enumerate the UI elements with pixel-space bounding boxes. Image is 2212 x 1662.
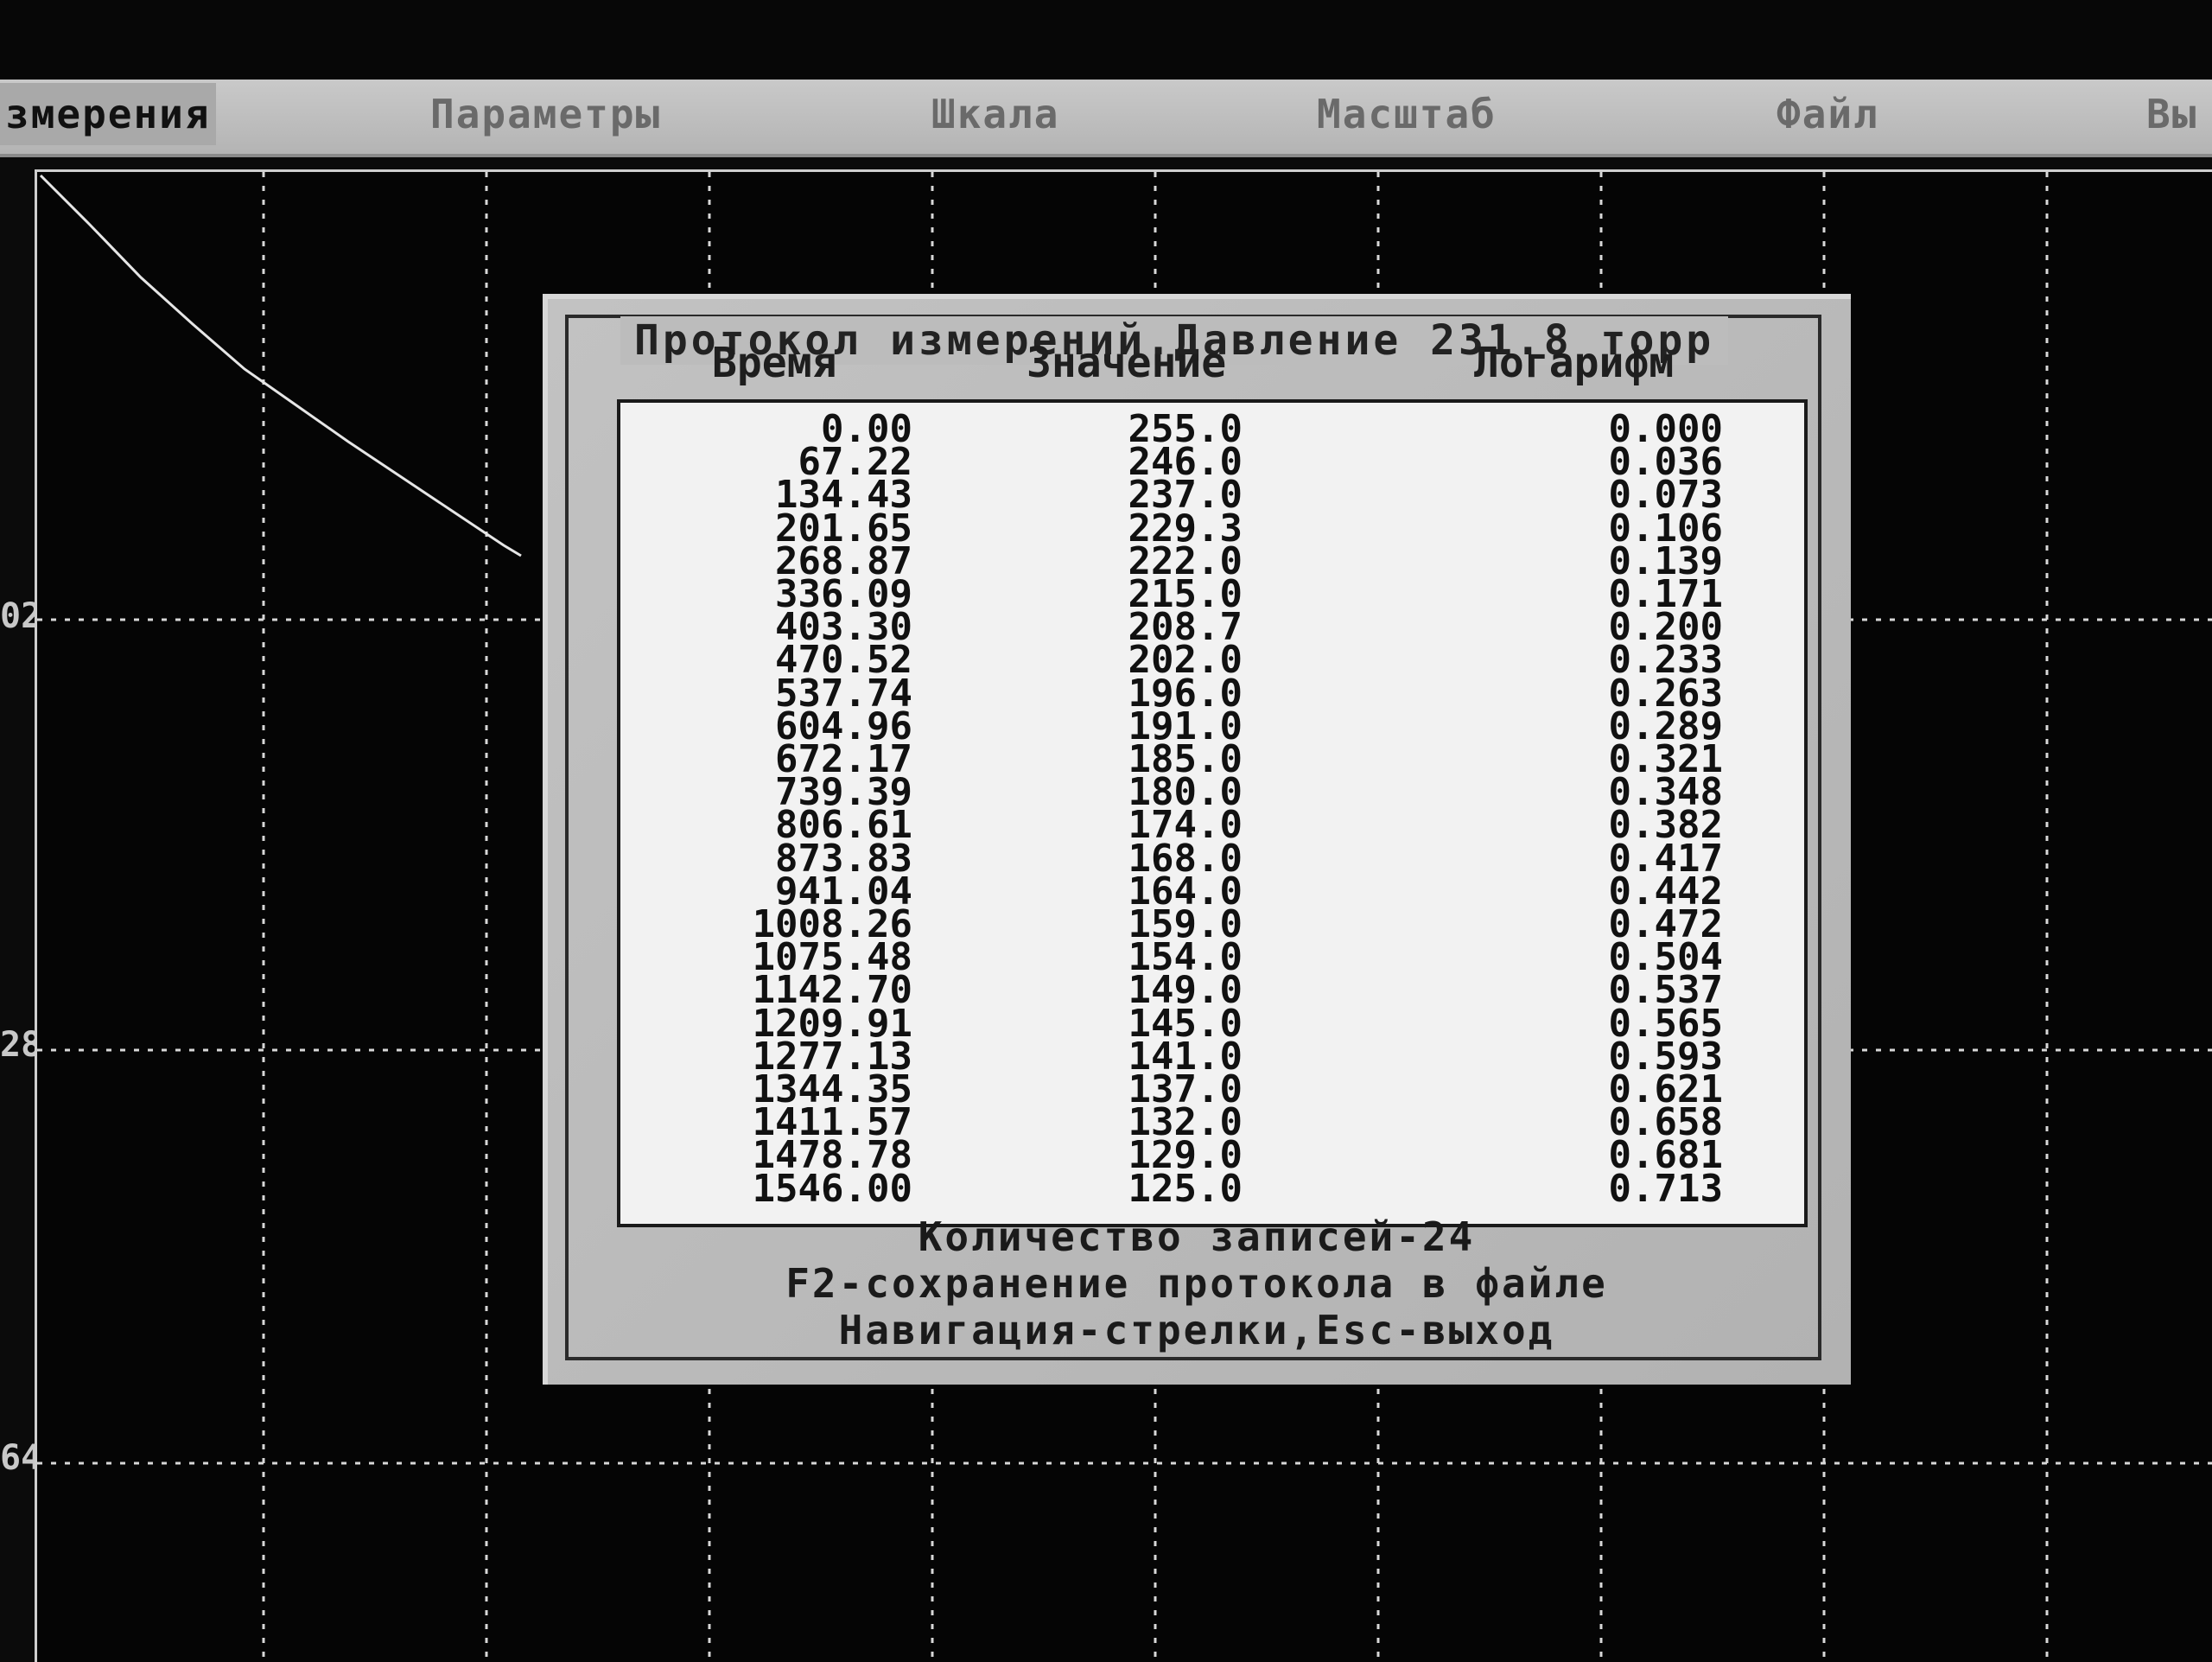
protocol-dialog: Протокол измерений.Давление 231.8 торр В…: [543, 294, 1851, 1385]
save-hint: F2-сохранение протокола в файле: [785, 1260, 1608, 1307]
menu-file[interactable]: Файл: [1777, 83, 1879, 145]
time-cell: 1546.00: [752, 1166, 912, 1211]
table-row[interactable]: 1546.00 125.0 0.713: [620, 1166, 1804, 1211]
menu-bar: змерения Параметры Шкала Масштаб Файл Вы: [0, 80, 2212, 157]
log-cell: 0.713: [1608, 1166, 1723, 1211]
navigation-hint: Навигация-стрелки,Esc-выход: [838, 1307, 1555, 1353]
column-header-log: Логарифм: [1474, 339, 1675, 387]
menu-scale[interactable]: Шкала: [931, 83, 1059, 145]
menu-exit[interactable]: Вы: [2146, 83, 2197, 145]
column-header-value: Значение: [1027, 339, 1227, 387]
menu-parameters[interactable]: Параметры: [430, 83, 661, 145]
menu-zoom[interactable]: Масштаб: [1317, 83, 1497, 145]
column-header-time: Время: [712, 339, 837, 387]
menu-measurements[interactable]: змерения: [0, 83, 216, 145]
record-count: Количество записей-24: [918, 1213, 1476, 1260]
screen-top-border: [0, 0, 2212, 86]
protocol-table[interactable]: 0.00 255.0 0.000 67.22 246.0 0.036 134.43 237.0…: [617, 399, 1808, 1227]
decay-curve: [39, 174, 522, 557]
value-cell: 125.0: [1128, 1166, 1243, 1211]
